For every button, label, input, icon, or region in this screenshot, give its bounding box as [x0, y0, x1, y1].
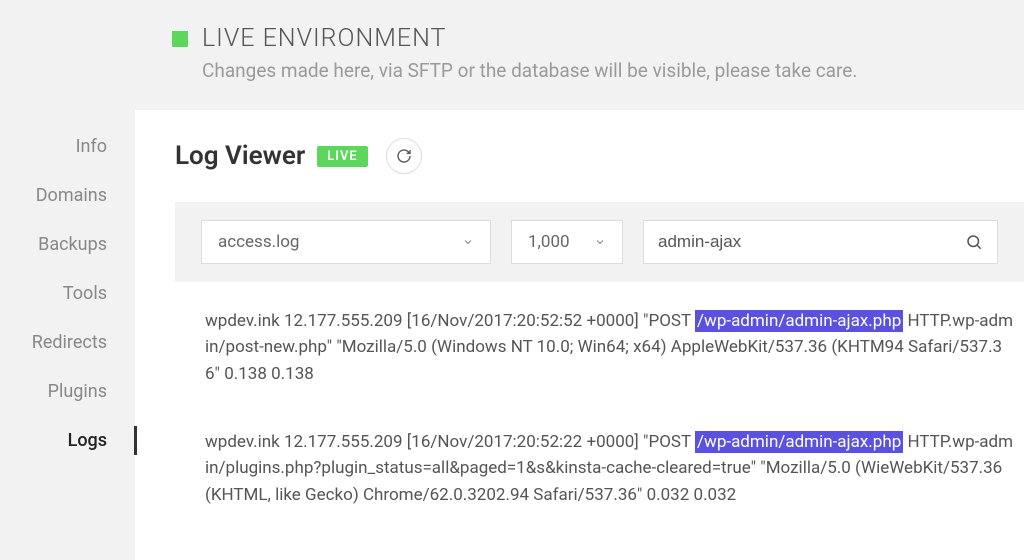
- log-highlight: /wp-admin/admin-ajax.php: [695, 431, 903, 453]
- log-text-pre: wpdev.ink 12.177.555.209 [16/Nov/2017:20…: [205, 311, 695, 331]
- search-icon: [965, 233, 983, 251]
- log-entry: wpdev.ink 12.177.555.209 [16/Nov/2017:20…: [205, 429, 1016, 508]
- search-input[interactable]: [658, 232, 965, 252]
- log-entries: wpdev.ink 12.177.555.209 [16/Nov/2017:20…: [175, 282, 1024, 508]
- search-box: [643, 220, 998, 264]
- refresh-icon: [396, 148, 412, 164]
- refresh-button[interactable]: [386, 138, 422, 174]
- sidebar-item-domains[interactable]: Domains: [0, 171, 135, 220]
- line-count-select[interactable]: 1,000: [511, 220, 623, 264]
- live-indicator-square: [172, 31, 188, 47]
- environment-title: LIVE ENVIRONMENT: [202, 24, 446, 53]
- page-title: Log Viewer: [175, 141, 305, 171]
- sidebar-item-backups[interactable]: Backups: [0, 220, 135, 269]
- line-count-select-value: 1,000: [528, 232, 570, 252]
- sidebar-item-redirects[interactable]: Redirects: [0, 318, 135, 367]
- chevron-down-icon: [462, 236, 474, 248]
- environment-header: LIVE ENVIRONMENT Changes made here, via …: [0, 0, 1024, 110]
- sidebar: Info Domains Backups Tools Redirects Plu…: [0, 110, 135, 560]
- live-badge: LIVE: [317, 146, 368, 167]
- sidebar-item-info[interactable]: Info: [0, 122, 135, 171]
- log-entry: wpdev.ink 12.177.555.209 [16/Nov/2017:20…: [205, 308, 1016, 387]
- filter-bar: access.log 1,000: [175, 202, 1024, 282]
- sidebar-item-logs[interactable]: Logs: [0, 416, 135, 465]
- log-highlight: /wp-admin/admin-ajax.php: [695, 310, 903, 332]
- sidebar-item-tools[interactable]: Tools: [0, 269, 135, 318]
- log-file-select[interactable]: access.log: [201, 220, 491, 264]
- log-text-pre: wpdev.ink 12.177.555.209 [16/Nov/2017:20…: [205, 432, 695, 452]
- chevron-down-icon: [594, 236, 606, 248]
- log-file-select-value: access.log: [218, 232, 299, 252]
- environment-subtitle: Changes made here, via SFTP or the datab…: [202, 59, 1024, 82]
- sidebar-item-plugins[interactable]: Plugins: [0, 367, 135, 416]
- main-panel: Log Viewer LIVE access.log 1,000: [135, 110, 1024, 560]
